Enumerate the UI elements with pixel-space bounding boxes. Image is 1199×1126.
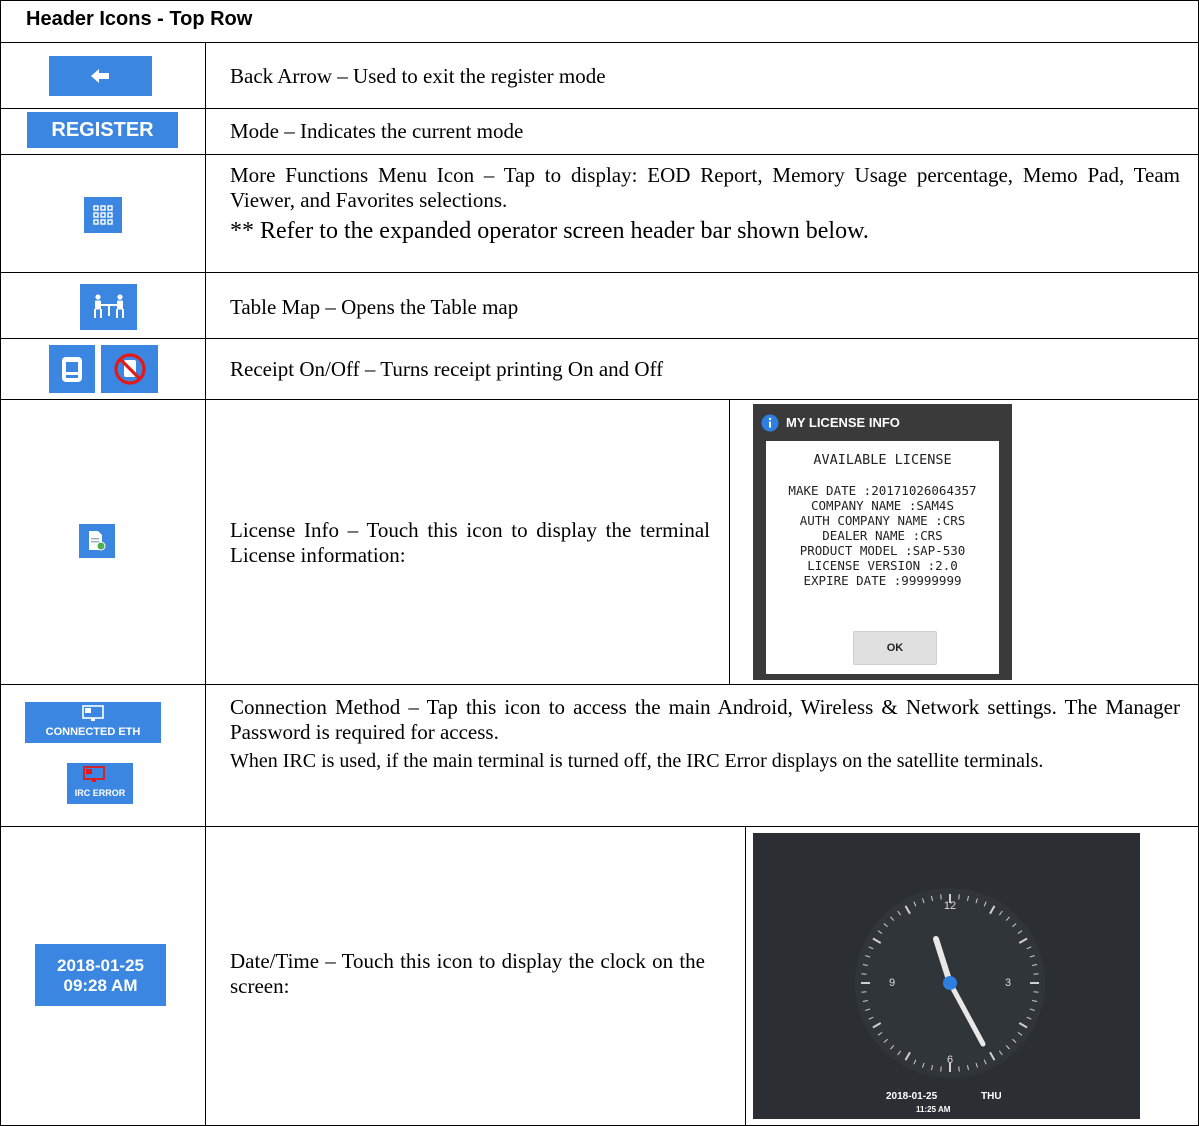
date-time-description: Date/Time – Touch this icon to display t…	[230, 949, 705, 998]
clock-tick	[958, 894, 960, 900]
table-rule	[729, 399, 730, 684]
clock-tick	[1033, 991, 1039, 993]
table-header-title: Header Icons - Top Row	[26, 8, 253, 30]
monitor-icon	[82, 705, 104, 721]
license-dialog-body: AVAILABLE LICENSE MAKE DATE :20171026064…	[766, 441, 999, 674]
clock-tick	[1033, 973, 1039, 975]
date-time-badge[interactable]: 2018-01-25 09:28 AM	[35, 944, 166, 1006]
clock-screen: 12 3 6 9 2018-01-25 THU 11:25 AM	[753, 833, 1140, 1119]
license-info-dialog: MY LICENSE INFO AVAILABLE LICENSE MAKE D…	[753, 404, 1012, 680]
table-rule	[0, 0, 1199, 1]
irc-error-label: IRC ERROR	[74, 788, 126, 798]
clock-tick	[861, 973, 867, 975]
monitor-error-icon	[83, 766, 105, 782]
back-arrow-icon	[90, 69, 109, 83]
clock-time: 11:25 AM	[916, 1105, 951, 1114]
mode-description: Mode – Indicates the current mode	[230, 119, 524, 143]
license-line: MAKE DATE :20171026064357	[788, 483, 977, 498]
clock-numeral-9: 9	[888, 977, 896, 989]
connected-eth-badge[interactable]: CONNECTED ETH	[25, 702, 161, 743]
clock-numeral-6: 6	[946, 1054, 954, 1066]
license-line: EXPIRE DATE :99999999	[803, 573, 962, 588]
table-rule	[0, 338, 1199, 339]
table-rule	[205, 42, 206, 1126]
license-line: LICENSE VERSION :2.0	[807, 558, 958, 573]
table-rule	[0, 399, 1199, 400]
table-rule	[0, 684, 1199, 685]
grid-menu-icon	[93, 205, 113, 225]
license-description: License Info – Touch this icon to displa…	[230, 518, 710, 567]
table-map-description: Table Map – Opens the Table map	[230, 295, 519, 319]
table-rule	[0, 154, 1199, 155]
back-arrow-description: Back Arrow – Used to exit the register m…	[230, 64, 606, 88]
license-line: AUTH COMPANY NAME :CRS	[799, 513, 966, 528]
back-arrow-button[interactable]	[49, 56, 152, 96]
clock-date: 2018-01-25	[886, 1091, 938, 1102]
clock-tick	[861, 991, 867, 993]
license-dialog-title: MY LICENSE INFO	[786, 415, 900, 430]
license-ok-button[interactable]: OK	[853, 631, 937, 665]
mode-register-badge[interactable]: REGISTER	[27, 112, 178, 148]
clock-center-dot	[943, 976, 957, 990]
connection-description: Connection Method – Tap this icon to acc…	[230, 695, 1180, 774]
table-map-icon	[93, 294, 124, 318]
analog-clock-face	[855, 888, 1045, 1078]
connected-eth-label: CONNECTED ETH	[45, 726, 141, 738]
connection-text: Connection Method – Tap this icon to acc…	[230, 695, 1180, 744]
info-icon	[761, 414, 779, 431]
connection-irc-note: When IRC is used, if the main terminal i…	[230, 750, 1044, 772]
license-line: DEALER NAME :CRS	[822, 528, 943, 543]
receipt-off-icon	[113, 353, 146, 385]
more-functions-button[interactable]	[84, 197, 122, 233]
clock-numeral-3: 3	[1004, 977, 1012, 989]
receipt-description: Receipt On/Off – Turns receipt printing …	[230, 357, 664, 381]
table-rule	[0, 42, 1199, 43]
license-line: AVAILABLE LICENSE	[813, 452, 952, 468]
table-rule	[745, 826, 746, 1126]
license-line: COMPANY NAME :SAM4S	[811, 498, 954, 513]
receipt-printer-icon	[62, 357, 82, 382]
clock-tick	[940, 894, 942, 900]
license-document-icon	[89, 531, 106, 551]
more-functions-note: ** Refer to the expanded operator screen…	[230, 218, 869, 244]
clock-numeral-12: 12	[943, 900, 957, 912]
badge-time: 09:28 AM	[63, 976, 138, 995]
clock-day: THU	[981, 1091, 1002, 1102]
license-dialog-header: MY LICENSE INFO	[753, 404, 1012, 441]
table-rule	[0, 272, 1199, 273]
table-rule	[0, 108, 1199, 109]
clock-tick	[940, 1066, 942, 1072]
irc-error-badge[interactable]: IRC ERROR	[67, 763, 133, 804]
table-rule	[0, 0, 1, 1126]
clock-tick	[958, 1066, 960, 1072]
table-rule	[0, 826, 1199, 827]
receipt-on-button[interactable]	[49, 345, 95, 393]
table-map-button[interactable]	[80, 284, 137, 330]
license-info-button[interactable]	[79, 524, 115, 558]
badge-date: 2018-01-25	[57, 956, 144, 975]
more-functions-description: More Functions Menu Icon – Tap to displa…	[230, 163, 1180, 245]
receipt-off-button[interactable]	[101, 345, 158, 393]
license-line	[766, 468, 999, 483]
license-line: PRODUCT MODEL :SAP-530	[799, 543, 966, 558]
more-functions-text: More Functions Menu Icon – Tap to displa…	[230, 163, 1180, 212]
